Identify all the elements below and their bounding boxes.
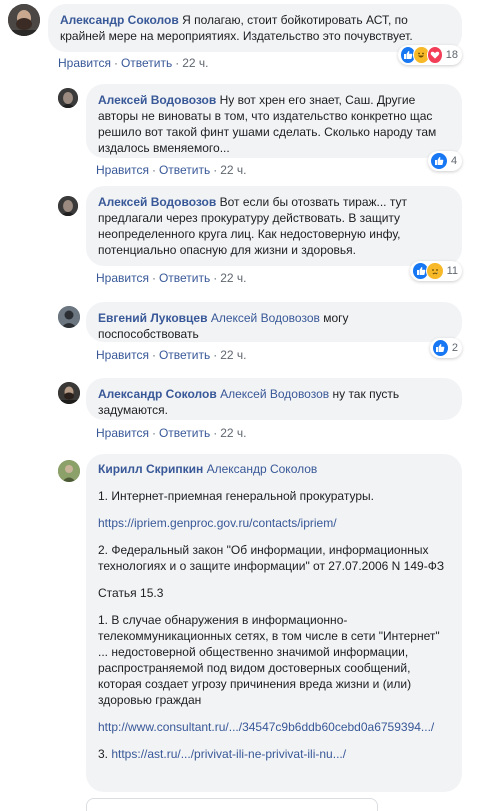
separator: · (213, 426, 218, 440)
avatar[interactable] (58, 196, 78, 216)
mention-link[interactable]: Алексей Водовозов (211, 311, 320, 325)
person-photo-icon (58, 88, 78, 108)
comment-actions: Нравится · Ответить · 22 ч. (96, 348, 247, 362)
like-button[interactable]: Нравится (96, 163, 149, 177)
like-button[interactable]: Нравится (96, 426, 149, 440)
separator: · (213, 271, 218, 285)
comment: Александр Соколов Я полагаю, стоит бойко… (0, 0, 482, 72)
separator: · (151, 163, 156, 177)
reactions-summary[interactable]: 4 (428, 151, 462, 171)
comment-author[interactable]: Алексей Водовозов (98, 195, 216, 209)
person-photo-icon (58, 196, 78, 216)
person-photo-icon (58, 382, 80, 404)
reply-button[interactable]: Ответить (159, 163, 210, 177)
reaction-count: 2 (451, 342, 458, 354)
external-link[interactable]: https://ast.ru/.../privivat-ili-ne-privi… (111, 747, 346, 761)
comment-actions: Нравится · Ответить · 22 ч. (96, 426, 247, 440)
mention-link[interactable]: Александр Соколов (207, 462, 318, 476)
reaction-count: 18 (445, 49, 458, 61)
separator: · (151, 271, 156, 285)
reply-button[interactable]: Ответить (121, 56, 172, 70)
comment-author[interactable]: Александр Соколов (60, 13, 179, 27)
external-link[interactable]: https://ipriem.genproc.gov.ru/contacts/i… (98, 515, 450, 531)
comment: Евгений Луковцев Алексей Водовозов могу … (0, 298, 482, 366)
comment-bubble: Алексей Водовозов Ну вот хрен его знает,… (86, 84, 462, 158)
person-photo-icon (58, 306, 80, 328)
comment-timestamp[interactable]: 22 ч. (220, 163, 246, 177)
like-reaction-icon (432, 339, 449, 357)
avatar[interactable] (8, 4, 40, 36)
list-number: 3. (98, 747, 112, 761)
comment-bubble: Александр Соколов Алексей Водовозов ну т… (86, 378, 462, 420)
person-photo-icon (58, 460, 80, 482)
comment-actions: Нравится · Ответить · 22 ч. (58, 56, 209, 70)
reaction-count: 11 (446, 265, 458, 277)
separator: · (213, 348, 218, 362)
avatar[interactable] (58, 306, 80, 328)
avatar[interactable] (58, 88, 78, 108)
comment: Александр Соколов Алексей Водовозов ну т… (0, 376, 482, 444)
comment-actions: Нравится · Ответить · 22 ч. (96, 163, 247, 177)
comment-paragraph: 2. Федеральный закон "Об информации, инф… (98, 543, 445, 573)
comment-timestamp[interactable]: 22 ч. (220, 271, 246, 285)
comment: Алексей Водовозов Ну вот хрен его знает,… (0, 80, 482, 180)
comment-timestamp[interactable]: 22 ч. (220, 426, 246, 440)
separator: · (213, 163, 218, 177)
comment-bubble: Кирилл Скрипкин Александр Соколов 1. Инт… (86, 454, 462, 792)
like-button[interactable]: Нравится (96, 348, 149, 362)
like-reaction-icon (430, 152, 448, 170)
comment-author[interactable]: Алексей Водовозов (98, 93, 216, 107)
reaction-count: 4 (451, 155, 458, 167)
sad-reaction-icon (426, 262, 444, 280)
like-button[interactable]: Нравится (96, 271, 149, 285)
reactions-summary[interactable]: 18 (398, 45, 462, 65)
separator: · (151, 348, 156, 362)
comment-timestamp[interactable]: 22 ч. (182, 56, 208, 70)
comment: Алексей Водовозов Вот если бы отозвать т… (0, 186, 482, 290)
reply-button[interactable]: Ответить (159, 348, 210, 362)
comment-paragraph: 1. В случае обнаружения в информационно-… (98, 613, 440, 707)
separator: · (175, 56, 180, 70)
comment-bubble: Алексей Водовозов Вот если бы отозвать т… (86, 186, 462, 266)
like-button[interactable]: Нравится (58, 56, 111, 70)
mention-link[interactable]: Алексей Водовозов (220, 387, 329, 401)
comment-paragraph: 3. https://ast.ru/.../privivat-ili-ne-pr… (98, 746, 450, 762)
reactions-summary[interactable]: 2 (430, 338, 462, 358)
comment-bubble: Александр Соколов Я полагаю, стоит бойко… (48, 4, 462, 52)
comment-paragraph: 1. Интернет-приемная генеральной прокура… (98, 489, 374, 503)
avatar[interactable] (58, 382, 80, 404)
separator: · (151, 426, 156, 440)
comment-author[interactable]: Кирилл Скрипкин (98, 462, 203, 476)
avatar[interactable] (58, 460, 80, 482)
external-link[interactable]: http://www.consultant.ru/.../34547c9b6dd… (98, 719, 450, 735)
link-preview-card[interactable] (86, 798, 378, 811)
reactions-summary[interactable]: 11 (410, 261, 462, 281)
separator: · (113, 56, 118, 70)
reply-button[interactable]: Ответить (159, 426, 210, 440)
reply-button[interactable]: Ответить (159, 271, 210, 285)
comment-timestamp[interactable]: 22 ч. (220, 348, 246, 362)
comment-author[interactable]: Александр Соколов (98, 387, 217, 401)
comment-actions: Нравится · Ответить · 22 ч. (96, 271, 247, 285)
love-reaction-icon (426, 46, 443, 64)
person-photo-icon (8, 4, 40, 36)
comment-author[interactable]: Евгений Луковцев (98, 311, 207, 325)
comment: Кирилл Скрипкин Александр Соколов 1. Инт… (0, 454, 482, 811)
comment-paragraph: Статья 15.3 (98, 586, 164, 600)
comment-bubble: Евгений Луковцев Алексей Водовозов могу … (86, 302, 462, 342)
